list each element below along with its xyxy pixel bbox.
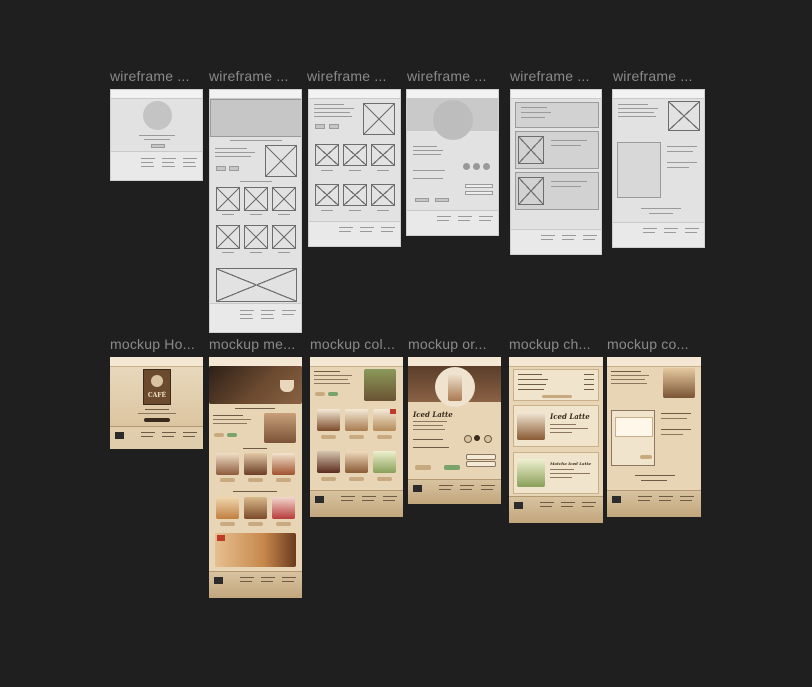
mockup-collection-frame[interactable]: [310, 357, 403, 517]
cafe-logo: CAFÉ: [143, 369, 171, 405]
nav-bar: [210, 90, 301, 99]
cart-item-title: Iced Latte: [550, 412, 590, 421]
cart-item-title: Matcha Iced Latte: [550, 461, 591, 466]
product-image-placeholder: [433, 100, 473, 140]
frame-label-wireframe-4[interactable]: wireframe ...: [407, 68, 487, 84]
order-button: [144, 418, 170, 422]
footer: [309, 221, 400, 246]
footer: [210, 303, 301, 332]
nav-bar: [310, 357, 403, 367]
promo-banner: [215, 533, 296, 567]
hero-banner: [210, 99, 301, 137]
wireframe-menu-frame[interactable]: [209, 89, 302, 333]
wireframe-order-frame[interactable]: [406, 89, 499, 236]
footer: [511, 229, 601, 254]
order-summary: [513, 369, 599, 401]
cart-item-2: Matcha Iced Latte: [513, 452, 599, 494]
frame-label-wireframe-6[interactable]: wireframe ...: [613, 68, 693, 84]
frame-label-mockup-menu[interactable]: mockup me...: [209, 336, 295, 352]
frame-label-mockup-order[interactable]: mockup or...: [408, 336, 487, 352]
product-title: Iced Latte: [413, 410, 453, 419]
frame-label-mockup-home[interactable]: mockup Ho...: [110, 336, 195, 352]
wireframe-collection-frame[interactable]: [308, 89, 401, 247]
cart-item-1: Iced Latte: [513, 405, 599, 447]
wireframe-contact-frame[interactable]: [612, 89, 705, 248]
contact-form: [611, 410, 655, 466]
frame-label-wireframe-5[interactable]: wireframe ...: [510, 68, 590, 84]
mockup-menu-frame[interactable]: [209, 357, 302, 598]
product-image: [435, 367, 475, 407]
nav-bar: [613, 90, 704, 99]
footer: [613, 222, 704, 247]
footer: [407, 210, 498, 235]
frame-label-mockup-checkout[interactable]: mockup ch...: [509, 336, 591, 352]
mockup-contact-frame[interactable]: [607, 357, 701, 517]
footer: [209, 571, 302, 598]
nav-bar: [309, 90, 400, 99]
logo-text: CAFÉ: [147, 392, 167, 399]
nav-bar: [511, 90, 601, 99]
cta-button: [151, 144, 165, 148]
logo-placeholder: [143, 101, 172, 130]
mockup-order-frame[interactable]: Iced Latte: [408, 357, 501, 504]
nav-bar: [407, 90, 498, 99]
frame-label-mockup-contact[interactable]: mockup co...: [607, 336, 689, 352]
nav-bar: [110, 357, 203, 367]
banner-placeholder: [216, 268, 297, 302]
wireframe-home-frame[interactable]: [110, 89, 203, 181]
wireframe-checkout-frame[interactable]: [510, 89, 602, 255]
mockup-checkout-frame[interactable]: Iced Latte Matcha Iced Latte: [509, 357, 603, 523]
frame-label-wireframe-1[interactable]: wireframe ...: [110, 68, 190, 84]
order-summary-box: [515, 102, 599, 128]
nav-bar: [509, 357, 603, 367]
image-placeholder: [265, 145, 297, 177]
footer: [111, 151, 202, 180]
frame-label-mockup-collection[interactable]: mockup col...: [310, 336, 395, 352]
footer: [509, 496, 603, 523]
footer: [408, 479, 501, 504]
nav-bar: [111, 90, 202, 99]
footer: [607, 490, 701, 517]
contact-form-box: [617, 142, 661, 198]
frame-label-wireframe-2[interactable]: wireframe ...: [209, 68, 289, 84]
footer: [310, 490, 403, 517]
frame-label-wireframe-3[interactable]: wireframe ...: [307, 68, 387, 84]
nav-bar: [607, 357, 701, 367]
footer: [110, 426, 203, 449]
hero-image: [209, 366, 302, 404]
mockup-home-frame[interactable]: CAFÉ: [110, 357, 203, 449]
